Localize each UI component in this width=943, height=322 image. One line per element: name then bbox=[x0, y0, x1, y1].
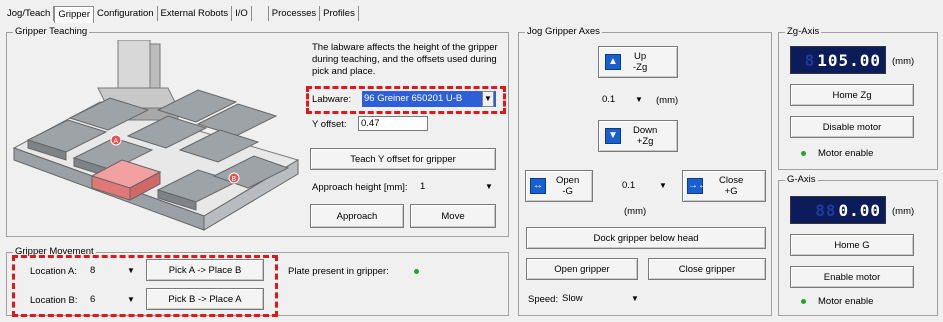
dropdown-arrow-icon[interactable]: ▼ bbox=[126, 263, 136, 279]
approach-button[interactable]: Approach bbox=[310, 204, 404, 228]
tab-configuration[interactable]: Configuration bbox=[94, 6, 158, 21]
tab-processes[interactable]: Processes bbox=[267, 6, 321, 21]
jog-open-label: Open bbox=[556, 175, 580, 186]
plate-present-indicator-icon bbox=[414, 269, 419, 274]
speed-value: Slow bbox=[562, 293, 583, 304]
marker-a-label: A bbox=[114, 138, 119, 145]
tab-gripper[interactable]: Gripper bbox=[54, 6, 94, 23]
approach-height-select[interactable]: 1 ▼ bbox=[418, 179, 496, 195]
tab-external-robots[interactable]: External Robots bbox=[157, 6, 233, 21]
gripper-panel: Jog/Teach Gripper Configuration External… bbox=[0, 0, 943, 322]
jog-down-axis: +Zg bbox=[636, 136, 654, 147]
location-b-label: Location B: bbox=[30, 295, 78, 306]
g-axis-title: G-Axis bbox=[785, 174, 818, 186]
location-a-value: 8 bbox=[90, 265, 96, 276]
dropdown-arrow-icon[interactable]: ▼ bbox=[482, 91, 494, 107]
g-motor-status: Motor enable bbox=[818, 296, 874, 307]
open-gripper-button[interactable]: Open gripper bbox=[526, 258, 638, 280]
tab-io[interactable]: I/O bbox=[232, 6, 252, 21]
labware-select[interactable]: 96 Greiner 650201 U-B ▼ bbox=[362, 91, 496, 107]
arrow-down-icon: ▼ bbox=[605, 128, 621, 144]
dropdown-arrow-icon[interactable]: ▼ bbox=[658, 178, 668, 194]
y-offset-label: Y offset: bbox=[312, 119, 347, 130]
zg-motor-status: Motor enable bbox=[818, 148, 874, 159]
zg-position-display: 8 105.00 bbox=[790, 46, 886, 74]
g-step-value: 0.1 bbox=[622, 180, 636, 191]
pick-b-place-a-button[interactable]: Pick B -> Place A bbox=[146, 288, 264, 310]
labware-selected-value: 96 Greiner 650201 U-B bbox=[364, 93, 463, 104]
jog-close-axis: +G bbox=[724, 186, 738, 197]
labware-description: The labware affects the height of the gr… bbox=[312, 42, 498, 77]
speed-label: Speed: bbox=[528, 294, 559, 305]
location-a-label: Location A: bbox=[30, 266, 78, 277]
location-a-select[interactable]: 8 ▼ bbox=[88, 263, 138, 279]
approach-height-value: 1 bbox=[420, 181, 426, 192]
jog-step-value: 0.1 bbox=[602, 94, 616, 105]
jog-down-label: Down bbox=[633, 125, 658, 136]
dock-gripper-button[interactable]: Dock gripper below head bbox=[526, 227, 766, 249]
jog-close-button[interactable]: →← Close +G bbox=[682, 170, 766, 202]
jog-open-axis: -G bbox=[562, 186, 573, 197]
g-position-value: 0.00 bbox=[838, 200, 881, 220]
teach-y-offset-button[interactable]: Teach Y offset for gripper bbox=[310, 148, 496, 170]
g-unit: (mm) bbox=[892, 206, 915, 217]
dropdown-arrow-icon[interactable]: ▼ bbox=[484, 179, 494, 195]
g-step-select[interactable]: 0.1 ▼ bbox=[620, 178, 670, 194]
location-b-value: 6 bbox=[90, 294, 96, 305]
jog-down-button[interactable]: ▼ Down +Zg bbox=[598, 120, 678, 152]
jog-up-button[interactable]: ▲ Up -Zg bbox=[598, 46, 678, 78]
plate-present-label: Plate present in gripper: bbox=[288, 266, 389, 277]
y-offset-field[interactable]: 0.47 bbox=[358, 116, 428, 131]
jog-up-axis: -Zg bbox=[633, 62, 648, 73]
jog-step-unit: (mm) bbox=[656, 95, 679, 106]
dropdown-arrow-icon[interactable]: ▼ bbox=[630, 291, 640, 307]
dropdown-arrow-icon[interactable]: ▼ bbox=[126, 292, 136, 308]
tab-jog-teach[interactable]: Jog/Teach bbox=[4, 6, 55, 21]
gripper-teaching-title: Gripper Teaching bbox=[13, 26, 90, 38]
zg-motor-status-icon bbox=[801, 151, 806, 156]
g-motor-status-icon bbox=[801, 299, 806, 304]
marker-b-label: B bbox=[232, 176, 237, 183]
jog-close-label: Close bbox=[719, 175, 744, 186]
zg-position-value: 105.00 bbox=[817, 50, 881, 70]
jog-step-select[interactable]: 0.1 ▼ bbox=[600, 92, 646, 108]
jog-up-label: Up bbox=[634, 51, 647, 62]
zg-unit: (mm) bbox=[892, 56, 915, 67]
tab-profiles[interactable]: Profiles bbox=[320, 6, 359, 21]
g-position-display: 88 0.00 bbox=[790, 196, 886, 224]
home-g-button[interactable]: Home G bbox=[790, 234, 914, 256]
jog-gripper-axes-title: Jog Gripper Axes bbox=[525, 26, 602, 38]
g-step-unit: (mm) bbox=[624, 206, 647, 217]
disable-zg-motor-button[interactable]: Disable motor bbox=[790, 116, 914, 138]
gripper-movement-title: Gripper Movement bbox=[13, 246, 96, 258]
close-jaws-icon: →← bbox=[687, 178, 708, 194]
zg-axis-title: Zg-Axis bbox=[785, 26, 822, 38]
home-zg-button[interactable]: Home Zg bbox=[790, 84, 914, 106]
speed-select[interactable]: Slow ▼ bbox=[560, 291, 642, 307]
approach-height-label: Approach height [mm]: bbox=[312, 182, 408, 193]
location-b-select[interactable]: 6 ▼ bbox=[88, 292, 138, 308]
tab-strip: Jog/Teach Gripper Configuration External… bbox=[4, 6, 359, 23]
pick-a-place-b-button[interactable]: Pick A -> Place B bbox=[146, 259, 264, 281]
jog-open-button[interactable]: ↔ Open -G bbox=[525, 170, 593, 202]
dropdown-arrow-icon[interactable]: ▼ bbox=[634, 92, 644, 108]
arrow-up-icon: ▲ bbox=[605, 54, 621, 70]
labware-label: Labware: bbox=[312, 94, 352, 105]
gripper-deck-illustration: A B bbox=[12, 40, 300, 231]
close-gripper-button[interactable]: Close gripper bbox=[648, 258, 766, 280]
open-jaws-icon: ↔ bbox=[530, 178, 546, 194]
move-button[interactable]: Move bbox=[410, 204, 496, 228]
enable-g-motor-button[interactable]: Enable motor bbox=[790, 266, 914, 288]
